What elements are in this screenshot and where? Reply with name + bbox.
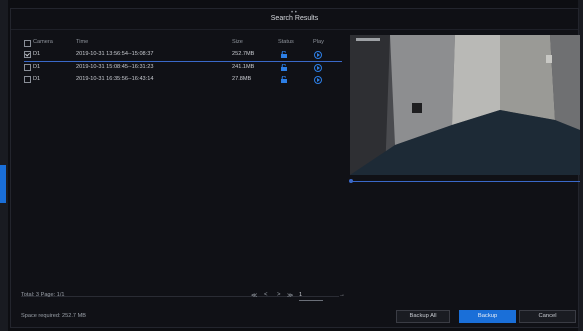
unlock-icon[interactable]	[281, 64, 287, 71]
search-results-dialog: • • Search Results Camera Time Size Stat…	[10, 8, 580, 328]
video-preview[interactable]	[350, 35, 580, 175]
last-page-button[interactable]: ≫	[287, 292, 293, 299]
header-camera: Camera	[33, 39, 53, 45]
row-camera: D1	[33, 51, 41, 57]
dialog-header: • • Search Results	[11, 9, 578, 30]
table-header: Camera Time Size Status Play	[24, 37, 342, 49]
results-table: Camera Time Size Status Play D1 2019-10-…	[24, 37, 342, 86]
cancel-button[interactable]: Cancel	[519, 310, 576, 323]
header-size: Size	[232, 39, 243, 45]
table-row[interactable]: D1 2019-10-31 15:08:45--16:31:23 241.1MB	[24, 62, 342, 74]
row-camera: D1	[33, 76, 41, 82]
play-icon[interactable]	[314, 64, 322, 72]
header-play: Play	[313, 39, 324, 45]
row-camera: D1	[33, 64, 41, 70]
table-row[interactable]: D1 2019-10-31 16:35:56--16:43:14 27.8MB	[24, 74, 342, 86]
screen: • • Search Results Camera Time Size Stat…	[0, 0, 583, 331]
prev-page-button[interactable]: <	[264, 292, 268, 298]
space-required: Space required: 252.7 MB	[21, 313, 86, 319]
checkbox[interactable]	[24, 40, 31, 47]
seek-handle[interactable]	[349, 179, 353, 183]
go-page-button[interactable]: →	[339, 292, 345, 298]
playback-seek-bar[interactable]	[350, 181, 580, 182]
background-accent	[0, 165, 6, 203]
header-status: Status	[278, 39, 294, 45]
row-time: 2019-10-31 13:56:54--15:08:37	[76, 51, 154, 57]
next-page-button[interactable]: >	[277, 292, 281, 298]
row-size: 27.8MB	[232, 76, 252, 82]
table-row[interactable]: D1 2019-10-31 13:56:54--15:08:37 252.7MB	[24, 49, 342, 62]
row-checkbox[interactable]	[24, 64, 31, 71]
row-time: 2019-10-31 16:35:56--16:43:14	[76, 76, 154, 82]
first-page-button[interactable]: ≪	[251, 292, 257, 299]
header-time: Time	[76, 39, 89, 45]
row-size: 241.1MB	[232, 64, 255, 70]
backup-all-button[interactable]: Backup All	[396, 310, 450, 323]
total-count: Total: 3 Page: 1/1	[21, 292, 65, 298]
backup-button[interactable]: Backup	[459, 310, 516, 323]
row-checkbox[interactable]	[24, 51, 31, 58]
unlock-icon[interactable]	[281, 76, 287, 83]
play-icon[interactable]	[314, 51, 322, 59]
dialog-title: Search Results	[270, 15, 319, 22]
play-icon[interactable]	[314, 76, 322, 84]
video-frame-image	[350, 35, 580, 175]
row-time: 2019-10-31 15:08:45--16:31:23	[76, 64, 154, 70]
row-checkbox[interactable]	[24, 76, 31, 83]
row-size: 252.7MB	[232, 51, 255, 57]
page-input[interactable]: 1	[299, 292, 323, 301]
unlock-icon[interactable]	[281, 51, 287, 58]
